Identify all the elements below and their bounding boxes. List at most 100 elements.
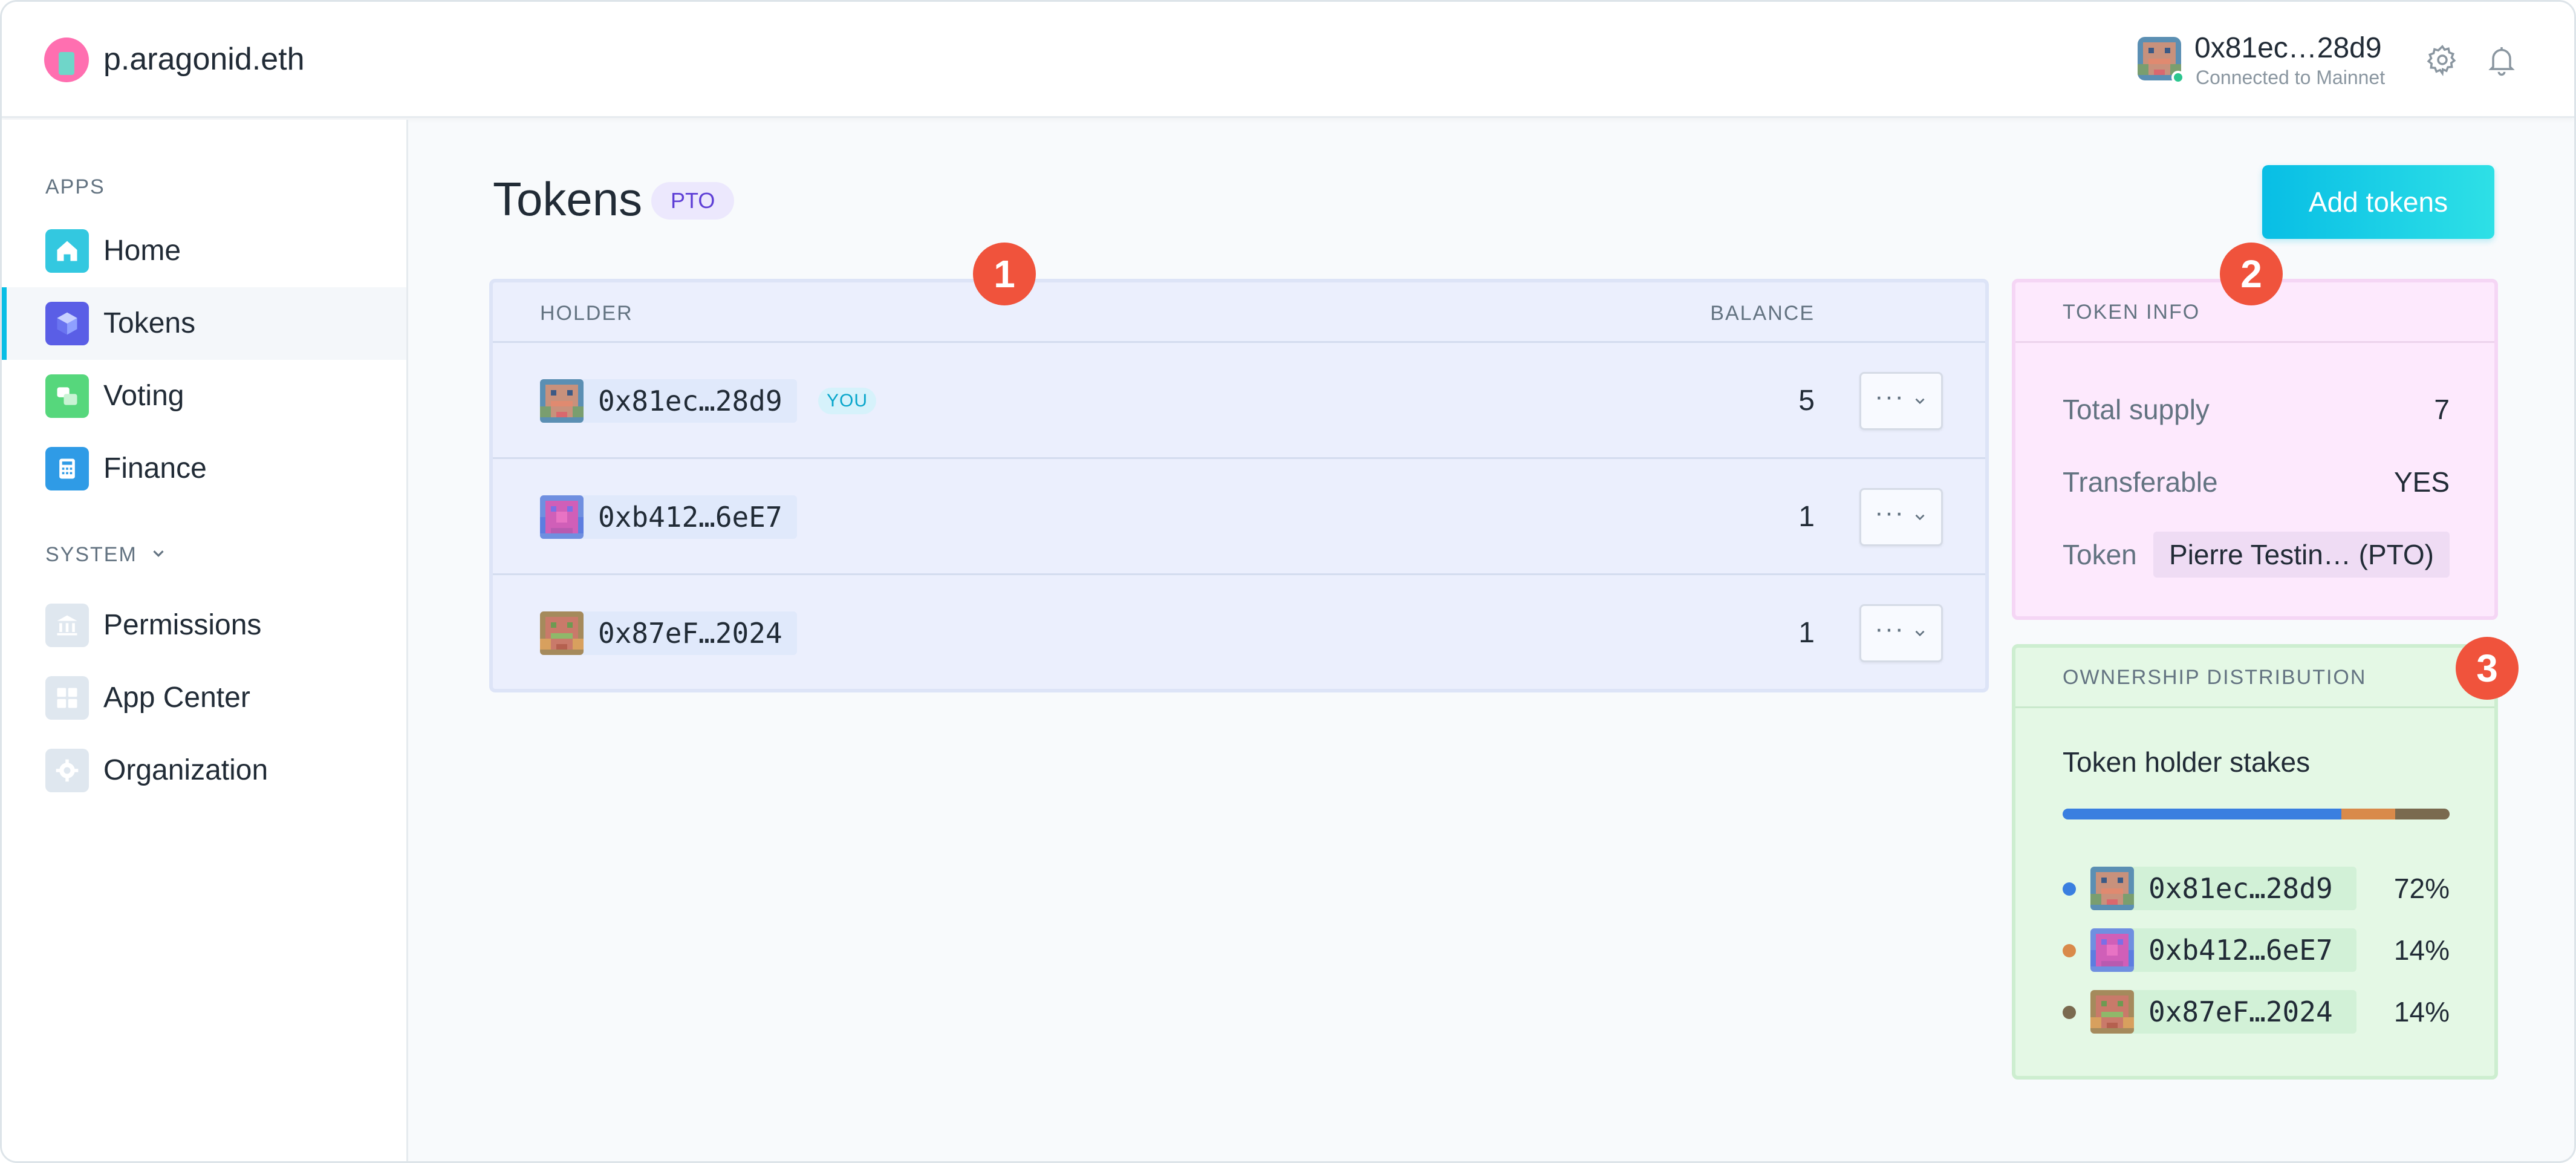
stake-percent: 14% [2393,996,2450,1028]
more-icon: ··· [1875,614,1905,643]
voting-icon [45,374,89,418]
total-supply-row: Total supply 7 [2063,385,2450,434]
sidebar-item-finance[interactable]: Finance [2,432,406,505]
stake-percent: 72% [2393,873,2450,904]
token-name-chip[interactable]: Pierre Testin… (PTO) [2153,532,2450,578]
stake-address-text: 0xb412…6eE7 [2148,934,2333,966]
tokens-icon [45,302,89,345]
sidebar-item-voting[interactable]: Voting [2,360,406,432]
sidebar: APPS Home Tokens Voting Finance SYSTEM P… [2,120,408,1161]
holder-address[interactable]: 0xb412…6eE7 [540,495,797,539]
org-name[interactable]: p.aragonid.eth [103,38,305,80]
account-button[interactable]: 0x81ec…28d9 Connected to Mainnet [2138,31,2392,89]
home-icon [45,229,89,273]
row-actions-button[interactable]: ··· [1859,604,1943,662]
column-header-holder: HOLDER [540,302,633,325]
marker-2: 2 [2220,243,2283,305]
row-actions-button[interactable]: ··· [1859,488,1943,546]
sidebar-item-permissions[interactable]: Permissions [2,589,406,662]
stake-address[interactable]: 0xb412…6eE7 [2090,928,2356,972]
holder-address[interactable]: 0x87eF…2024 [540,611,797,655]
holders-table: HOLDER BALANCE 0x81ec…28d9 YOU 5 ··· 0xb… [489,279,1989,692]
sidebar-item-app-center[interactable]: App Center [2,662,406,734]
gear-icon[interactable] [2425,43,2459,77]
stake-segment [2063,809,2341,819]
holder-identicon [540,379,584,423]
you-badge: YOU [818,388,877,414]
holder-address-text: 0x81ec…28d9 [598,385,782,417]
sidebar-item-organization[interactable]: Organization [2,734,406,807]
apps-section-heading: APPS [45,175,105,198]
row-actions-button[interactable]: ··· [1859,372,1943,430]
system-section-toggle[interactable]: SYSTEM [45,543,168,568]
table-row: 0x81ec…28d9 YOU 5 ··· [493,343,1985,459]
chevron-down-icon [1915,630,1925,637]
stake-segment [2341,809,2396,819]
sidebar-item-tokens[interactable]: Tokens [2,287,406,360]
chevron-down-icon [149,544,168,568]
sidebar-item-home[interactable]: Home [2,215,406,287]
more-icon: ··· [1875,382,1905,411]
holder-identicon [540,495,584,539]
sidebar-item-label: Finance [103,452,207,484]
ownership-distribution-panel: OWNERSHIP DISTRIBUTION Token holder stak… [2012,644,2498,1080]
stake-row: 0x81ec…28d9 72% [2063,867,2450,910]
token-row: Token Pierre Testin… (PTO) [2063,530,2450,579]
more-icon: ··· [1875,498,1905,527]
holder-address-text: 0xb412…6eE7 [598,501,782,533]
holder-balance: 1 [1798,617,1815,649]
stakes-bar [2063,809,2450,819]
transferable-row: Transferable YES [2063,458,2450,506]
org-logo-icon[interactable] [44,37,89,82]
sidebar-item-label: Tokens [103,307,196,339]
transferable-value: YES [2393,466,2450,498]
holder-identicon [2090,867,2134,910]
holder-address[interactable]: 0x81ec…28d9 [540,379,797,423]
organization-icon [45,749,89,792]
stakes-title: Token holder stakes [2063,746,2311,778]
stake-row: 0xb412…6eE7 14% [2063,928,2450,972]
stake-color-dot [2063,1006,2076,1019]
table-row: 0xb412…6eE7 1 ··· [493,459,1985,575]
token-info-panel: TOKEN INFO Total supply 7 Transferable Y… [2012,279,2498,620]
add-tokens-button[interactable]: Add tokens [2262,165,2494,239]
chevron-down-icon [1915,398,1925,405]
marker-3: 3 [2456,637,2519,700]
table-header: HOLDER BALANCE [493,282,1985,343]
system-section-heading: SYSTEM [45,543,137,566]
bell-icon[interactable] [2485,43,2519,77]
total-supply-value: 7 [2434,394,2450,425]
sidebar-item-label: Voting [103,380,184,412]
app-window: p.aragonid.eth 0x81ec…28d9 Connected to … [0,0,2576,1163]
token-symbol-badge: PTO [651,182,735,220]
stake-percent: 14% [2393,934,2450,966]
holder-balance: 5 [1798,385,1815,417]
connection-status-dot [2171,71,2185,84]
holder-identicon [2090,928,2134,972]
holder-identicon [540,611,584,655]
page-title: Tokens [493,172,643,226]
stake-address[interactable]: 0x81ec…28d9 [2090,867,2356,910]
holder-address-text: 0x87eF…2024 [598,617,782,650]
holder-balance: 1 [1798,501,1815,533]
holder-identicon [2090,990,2134,1034]
sidebar-item-label: App Center [103,682,250,714]
stake-address-text: 0x81ec…28d9 [2148,872,2333,905]
table-row: 0x87eF…2024 1 ··· [493,575,1985,691]
stake-address[interactable]: 0x87eF…2024 [2090,990,2356,1034]
network-status: Connected to Mainnet [2196,67,2386,88]
account-address: 0x81ec…28d9 [2194,32,2382,64]
transferable-label: Transferable [2063,466,2218,498]
permissions-icon [45,604,89,647]
stake-address-text: 0x87eF…2024 [2148,995,2333,1028]
token-label: Token [2063,539,2137,570]
app-center-icon [45,676,89,720]
sidebar-item-label: Permissions [103,609,262,641]
ownership-heading: OWNERSHIP DISTRIBUTION [2015,648,2494,708]
chevron-down-icon [1915,514,1925,521]
stake-segment [2395,809,2450,819]
total-supply-label: Total supply [2063,394,2210,425]
stake-row: 0x87eF…2024 14% [2063,990,2450,1034]
stake-color-dot [2063,882,2076,896]
top-header: p.aragonid.eth 0x81ec…28d9 Connected to … [2,2,2574,118]
